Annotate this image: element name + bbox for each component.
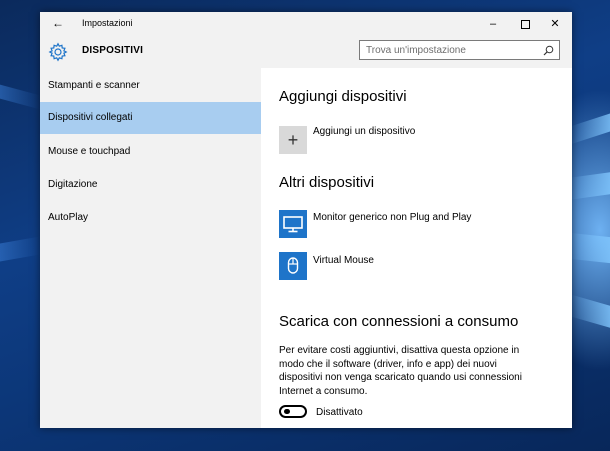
settings-window: ← Impostazioni – ✕ DISPOSITIVI Trova un'…	[40, 12, 572, 428]
main-content: Aggiungi dispositivi + Aggiungi un dispo…	[261, 68, 572, 428]
gear-icon	[48, 42, 68, 62]
sidebar-item-label: Stampanti e scanner	[48, 80, 140, 91]
device-mouse-label[interactable]: Virtual Mouse	[313, 255, 374, 266]
search-field[interactable]: Trova un'impostazione	[359, 40, 560, 60]
light-beam	[570, 294, 610, 328]
back-button[interactable]: ←	[50, 15, 66, 31]
title-bar: ← Impostazioni – ✕	[40, 12, 572, 36]
sidebar-item-label: Dispositivi collegati	[48, 112, 133, 123]
sidebar: Stampanti e scanner Dispositivi collegat…	[40, 68, 261, 428]
sidebar-item-label: Mouse e touchpad	[48, 146, 131, 157]
add-devices-heading: Aggiungi dispositivi	[279, 88, 407, 105]
add-device-button[interactable]: +	[279, 126, 307, 154]
sidebar-item-label: Digitazione	[48, 179, 98, 190]
light-beam	[0, 236, 40, 262]
sidebar-item-label: AutoPlay	[48, 212, 89, 223]
plus-icon: +	[287, 130, 299, 150]
sidebar-item-stampanti[interactable]: Stampanti e scanner	[40, 70, 261, 102]
maximize-icon	[520, 19, 530, 29]
light-beam	[570, 113, 610, 145]
mouse-icon	[279, 252, 307, 280]
light-beam	[0, 84, 40, 110]
metered-download-toggle[interactable]	[279, 405, 307, 418]
search-icon[interactable]	[543, 45, 554, 56]
metered-heading: Scarica con connessioni a consumo	[279, 313, 519, 330]
minimize-button[interactable]: –	[478, 12, 508, 36]
maximize-button[interactable]	[510, 12, 540, 36]
light-beam	[570, 232, 610, 264]
toggle-knob	[284, 409, 290, 414]
search-input[interactable]: Trova un'impostazione	[366, 45, 466, 56]
monitor-icon	[279, 210, 307, 238]
device-monitor-label[interactable]: Monitor generico non Plug and Play	[313, 212, 471, 223]
page-title: DISPOSITIVI	[82, 45, 144, 56]
sidebar-item-mouse[interactable]: Mouse e touchpad	[40, 136, 261, 168]
add-device-label[interactable]: Aggiungi un dispositivo	[313, 126, 415, 137]
close-button[interactable]: ✕	[540, 12, 570, 36]
toggle-state-label: Disattivato	[316, 407, 363, 418]
other-devices-heading: Altri dispositivi	[279, 174, 375, 191]
settings-header: DISPOSITIVI Trova un'impostazione	[40, 36, 572, 68]
sidebar-item-dispositivi-collegati[interactable]: Dispositivi collegati	[40, 102, 261, 134]
light-beam	[570, 172, 610, 200]
sidebar-item-autoplay[interactable]: AutoPlay	[40, 202, 261, 234]
metered-description: Per evitare costi aggiuntivi, disattiva …	[279, 345, 522, 397]
sidebar-item-digitazione[interactable]: Digitazione	[40, 169, 261, 201]
app-title: Impostazioni	[82, 18, 133, 28]
